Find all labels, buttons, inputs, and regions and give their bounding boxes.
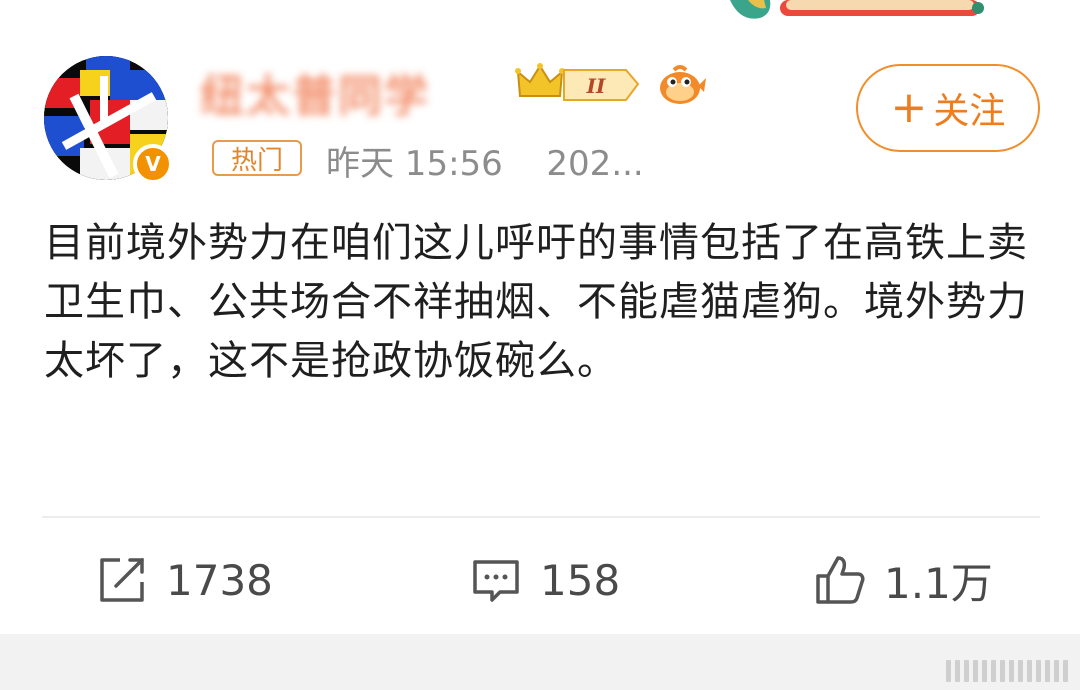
festival-banner-decoration bbox=[730, 0, 984, 19]
action-bar: 1738 158 1.1万 bbox=[0, 540, 1080, 620]
post-source: 202... bbox=[546, 144, 644, 184]
comment-icon bbox=[473, 560, 519, 602]
comment-count: 158 bbox=[540, 555, 621, 605]
thumbs-up-icon bbox=[816, 556, 865, 604]
hot-tag: 热门 bbox=[212, 140, 302, 176]
like-button[interactable]: 1.1万 bbox=[814, 540, 993, 620]
comment-button[interactable]: 158 bbox=[470, 540, 620, 620]
bottom-spacer bbox=[0, 634, 1080, 690]
repost-button[interactable]: 1738 bbox=[96, 540, 273, 620]
divider bbox=[42, 516, 1040, 518]
post-body-text: 目前境外势力在咱们这儿呼吁的事情包括了在高铁上卖卫生巾、公共场合不祥抽烟、不能虐… bbox=[44, 220, 1028, 384]
level-badge-label: II bbox=[586, 74, 606, 98]
username[interactable]: 纽太普同学 bbox=[200, 60, 500, 122]
post-meta: 昨天 15:56 202... bbox=[326, 136, 644, 185]
repost-count: 1738 bbox=[166, 555, 273, 605]
fish-badge-icon bbox=[660, 65, 706, 104]
plus-icon: + bbox=[890, 82, 928, 133]
crown-level-badge-icon: II bbox=[515, 63, 640, 101]
post-header: V 纽太普同学 II 热门 昨天 15:56 202... + 关注 bbox=[44, 56, 1044, 186]
verified-badge-icon: V bbox=[133, 144, 173, 184]
follow-button-label: 关注 bbox=[933, 91, 1006, 132]
follow-button[interactable]: + 关注 bbox=[856, 64, 1040, 152]
post-timestamp: 昨天 15:56 bbox=[326, 144, 503, 184]
repost-icon bbox=[100, 558, 144, 602]
like-count: 1.1万 bbox=[884, 558, 993, 608]
watermark-bars-icon bbox=[946, 660, 1068, 682]
